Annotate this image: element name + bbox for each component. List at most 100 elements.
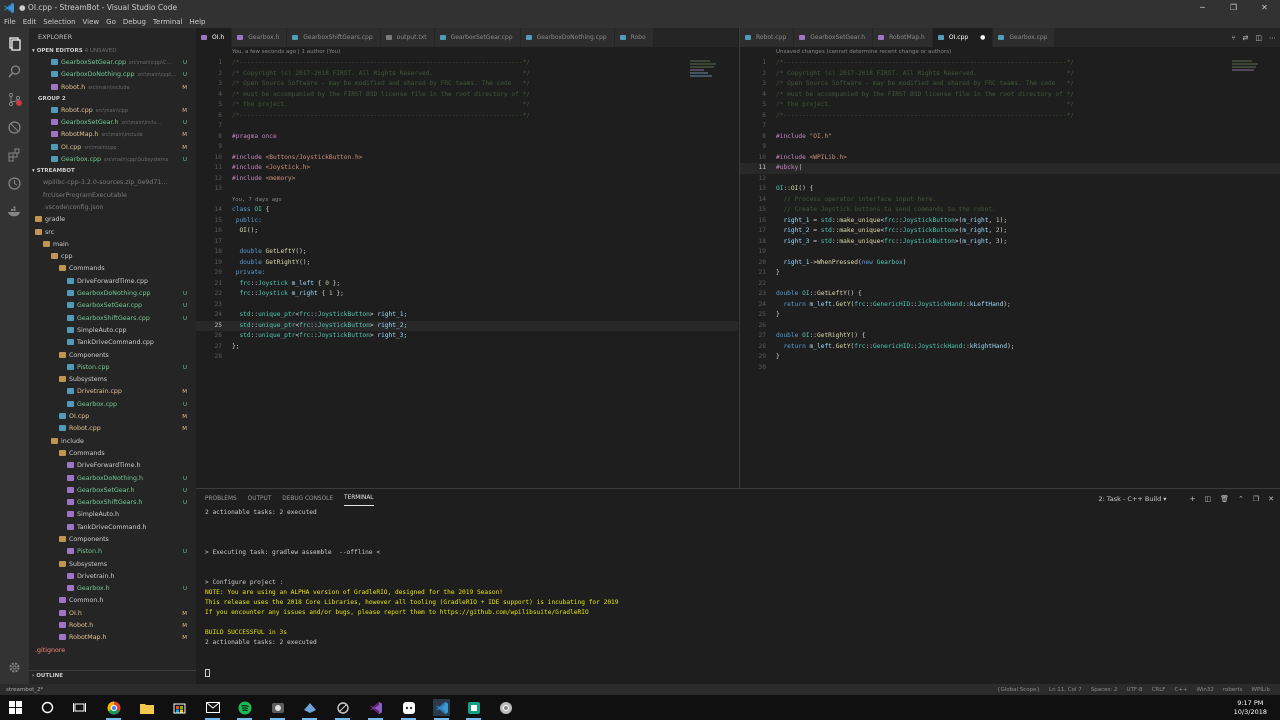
menu-selection[interactable]: Selection bbox=[43, 18, 75, 26]
task-view-icon[interactable] bbox=[71, 699, 88, 716]
file-tree-item[interactable]: src bbox=[29, 227, 196, 239]
status-item[interactable]: roberts bbox=[1223, 687, 1243, 693]
file-tree-item[interactable]: frcUserProgramExecutable bbox=[29, 190, 196, 202]
file-tree-item[interactable]: GearboxShiftGears.h U bbox=[29, 497, 196, 509]
file-tree-item[interactable]: Robot.h M bbox=[29, 620, 196, 632]
close-panel-icon[interactable]: ✕ bbox=[1268, 495, 1274, 503]
editor-tab[interactable]: GearboxSetGear.cpp bbox=[434, 28, 521, 47]
editor-tab[interactable]: GearboxSetGear.h bbox=[794, 28, 874, 47]
spotify-icon[interactable] bbox=[236, 699, 253, 720]
explorer-icon[interactable] bbox=[7, 36, 22, 51]
open-editor-item[interactable]: Robot.h src\main\include M bbox=[29, 82, 196, 94]
status-item[interactable]: C++ bbox=[1174, 687, 1187, 693]
file-tree-item[interactable]: OI.cpp M bbox=[29, 411, 196, 423]
restore-panel-icon[interactable]: ❐ bbox=[1253, 495, 1259, 503]
cortana-search-icon[interactable] bbox=[39, 699, 56, 716]
tab-problems[interactable]: PROBLEMS bbox=[205, 492, 237, 506]
streambot-header[interactable]: ▾ STREAMBOT bbox=[29, 166, 196, 177]
store-icon[interactable] bbox=[171, 699, 188, 716]
editor-tab[interactable]: Gearbox.cpp bbox=[993, 28, 1056, 47]
file-tree-item[interactable]: .vscode\config.json bbox=[29, 202, 196, 214]
file-tree-item[interactable]: Subsystems bbox=[29, 559, 196, 571]
unsaved-dot-icon[interactable]: ● bbox=[978, 34, 985, 41]
status-item[interactable]: Win32 bbox=[1197, 687, 1214, 693]
new-terminal-icon[interactable]: + bbox=[1190, 495, 1196, 503]
menu-file[interactable]: File bbox=[4, 18, 16, 26]
status-item[interactable]: WPILib bbox=[1252, 687, 1270, 693]
debug-icon[interactable] bbox=[7, 120, 22, 135]
menu-edit[interactable]: Edit bbox=[23, 18, 37, 26]
editor-tab[interactable]: Gearbox.h bbox=[232, 28, 288, 47]
docker-icon[interactable] bbox=[7, 204, 22, 219]
open-editor-item[interactable]: GearboxSetGear.h src\main\inclu... U bbox=[29, 117, 196, 129]
restore-button[interactable]: ❐ bbox=[1218, 0, 1249, 15]
kill-terminal-icon[interactable]: 🗑 bbox=[1220, 495, 1229, 503]
steam-icon[interactable] bbox=[301, 699, 318, 720]
status-item[interactable]: {Global Scope} bbox=[997, 687, 1040, 693]
settings-gear-icon[interactable] bbox=[7, 660, 22, 675]
menu-view[interactable]: View bbox=[83, 18, 100, 26]
status-item[interactable]: CRLF bbox=[1152, 687, 1166, 693]
file-tree-item[interactable]: gradle bbox=[29, 214, 196, 226]
code-editor-oi-h[interactable]: 1/*-------------------------------------… bbox=[196, 58, 738, 363]
outline-header[interactable]: › OUTLINE bbox=[29, 670, 196, 681]
terminal-cursor[interactable] bbox=[205, 669, 210, 679]
minimize-button[interactable]: ─ bbox=[1187, 0, 1218, 15]
file-tree-item[interactable]: TankDriveCommand.h bbox=[29, 522, 196, 534]
file-tree-item[interactable]: Common.h bbox=[29, 595, 196, 607]
file-tree-item[interactable]: Commands bbox=[29, 263, 196, 275]
menu-help[interactable]: Help bbox=[190, 18, 206, 26]
gitkraken-icon[interactable] bbox=[465, 699, 482, 720]
tab-debug-console[interactable]: DEBUG CONSOLE bbox=[282, 492, 333, 506]
maximize-panel-icon[interactable]: ⌃ bbox=[1238, 495, 1244, 503]
terminal-select[interactable]: 2: Task - C++ Build ▾ bbox=[1099, 495, 1167, 503]
file-tree-item[interactable]: Commands bbox=[29, 448, 196, 460]
split-terminal-icon[interactable]: ◫ bbox=[1204, 495, 1211, 503]
chrome-icon[interactable] bbox=[105, 699, 122, 720]
code-lens-left[interactable]: You, 7 days ago bbox=[196, 195, 738, 206]
open-editor-item[interactable]: Gearbox.cpp src\main\cpp\Subsystems U bbox=[29, 154, 196, 166]
editor-tab[interactable]: GearboxShiftGears.cpp bbox=[287, 28, 381, 47]
file-tree-item[interactable]: GearboxSetGear.cpp U bbox=[29, 300, 196, 312]
chrome-alt-icon[interactable] bbox=[497, 699, 514, 716]
menu-debug[interactable]: Debug bbox=[123, 18, 146, 26]
visual-studio-icon[interactable] bbox=[367, 699, 384, 720]
file-tree-item[interactable]: Piston.cpp U bbox=[29, 362, 196, 374]
file-tree-item[interactable]: TankDriveCommand.cpp bbox=[29, 337, 196, 349]
file-tree-item[interactable]: SimpleAuto.cpp bbox=[29, 325, 196, 337]
mail-icon[interactable] bbox=[204, 699, 221, 720]
file-tree-item[interactable]: Gearbox.h U bbox=[29, 583, 196, 595]
editor-tab[interactable]: OI.cpp ● bbox=[932, 28, 994, 47]
file-tree-item[interactable]: OI.h M bbox=[29, 608, 196, 620]
tab-output[interactable]: OUTPUT bbox=[248, 492, 272, 506]
status-item[interactable]: UTF-8 bbox=[1127, 687, 1143, 693]
windows-start-icon[interactable] bbox=[7, 699, 24, 716]
vscode-taskbar-icon[interactable] bbox=[433, 699, 450, 720]
history-icon[interactable] bbox=[7, 176, 22, 191]
code-editor-oi-cpp[interactable]: 1/*-------------------------------------… bbox=[740, 58, 1280, 373]
editor-tab[interactable]: Robo bbox=[614, 28, 654, 47]
open-changes-icon[interactable]: ⑂ bbox=[1231, 34, 1235, 42]
editor-tab[interactable]: OI.h bbox=[196, 28, 233, 47]
file-tree-item[interactable]: Subsystems bbox=[29, 374, 196, 386]
file-tree-item[interactable]: GearboxShiftGears.cpp U bbox=[29, 313, 196, 325]
extensions-icon[interactable] bbox=[7, 148, 22, 163]
file-explorer-icon[interactable] bbox=[138, 699, 155, 716]
app-icon[interactable] bbox=[269, 699, 286, 720]
file-tree-item[interactable]: .gitignore bbox=[29, 645, 196, 657]
more-actions-icon[interactable]: ⋯ bbox=[1269, 34, 1276, 42]
editor-tab[interactable]: GearboxDoNothing.cpp bbox=[520, 28, 615, 47]
open-editor-item[interactable]: GearboxDoNothing.cpp src\main\cpp\... U bbox=[29, 69, 196, 81]
file-tree-item[interactable]: cpp bbox=[29, 251, 196, 263]
file-tree-item[interactable]: Piston.h U bbox=[29, 546, 196, 558]
file-tree-item[interactable]: RobotMap.h M bbox=[29, 632, 196, 644]
file-tree-item[interactable]: GearboxSetGear.h U bbox=[29, 485, 196, 497]
source-control-icon[interactable] bbox=[7, 92, 22, 107]
tab-terminal[interactable]: TERMINAL bbox=[344, 491, 374, 506]
editor-tab[interactable]: output.txt bbox=[380, 28, 435, 47]
file-tree-item[interactable]: DriveForwardTime.h bbox=[29, 460, 196, 472]
file-tree-item[interactable]: main bbox=[29, 239, 196, 251]
status-item[interactable]: Spaces: 2 bbox=[1091, 687, 1118, 693]
editor-tab[interactable]: Robot.cpp bbox=[740, 28, 795, 47]
open-editor-item[interactable]: Robot.cpp src\main\cpp M bbox=[29, 105, 196, 117]
